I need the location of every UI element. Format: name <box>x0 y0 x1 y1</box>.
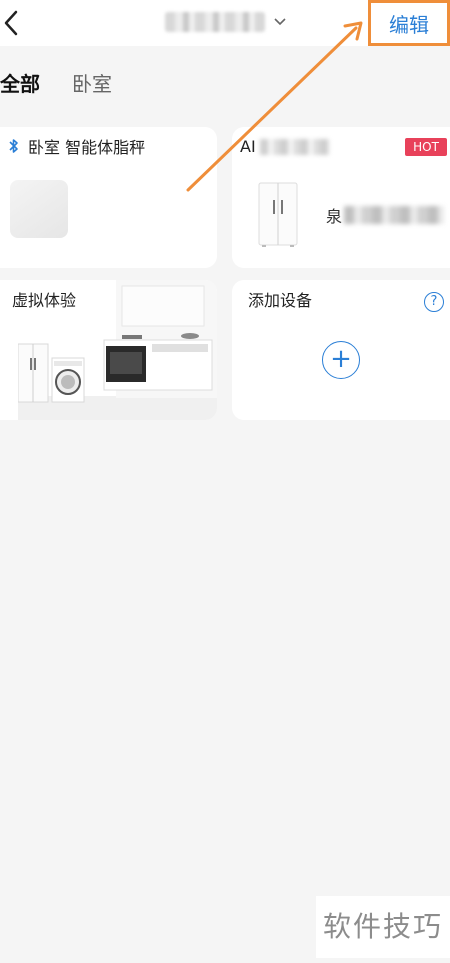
blurred-text <box>344 206 445 224</box>
bluetooth-icon <box>9 139 18 153</box>
home-name-blurred <box>165 12 265 32</box>
card-title: 虚拟体验 <box>12 291 77 310</box>
edit-button[interactable]: 编辑 <box>368 0 450 46</box>
add-device-card[interactable]: 添加设备 ? + <box>232 280 450 420</box>
promo-card[interactable]: AI HOT 泉 <box>232 127 450 268</box>
fridge-image <box>258 182 298 247</box>
tab-bedroom[interactable]: 卧室 <box>72 69 112 99</box>
card-title: 卧室 智能体脂秤 <box>28 138 146 157</box>
card-title: 添加设备 <box>248 291 313 310</box>
device-card-scale[interactable]: 卧室 智能体脂秤 <box>0 127 217 268</box>
help-icon[interactable]: ? <box>424 292 444 312</box>
card-title: AI <box>240 137 256 156</box>
back-arrow-icon[interactable] <box>0 6 30 40</box>
card-subtitle-row: 泉 <box>326 203 445 227</box>
card-title-row: AI <box>240 137 330 156</box>
virtual-experience-card[interactable]: 虚拟体验 <box>0 280 217 420</box>
top-bar: 编辑 <box>0 0 450 46</box>
watermark: 软件技巧 <box>316 896 450 958</box>
chevron-down-icon <box>274 18 286 26</box>
home-selector[interactable] <box>165 10 287 34</box>
hot-badge: HOT <box>405 138 447 156</box>
room-tabs: 全部 卧室 <box>0 68 144 100</box>
add-device-button[interactable]: + <box>322 341 360 379</box>
card-subtitle: 泉 <box>326 207 343 226</box>
blurred-text <box>259 138 330 155</box>
tab-all[interactable]: 全部 <box>0 69 40 99</box>
scale-image <box>10 180 68 238</box>
